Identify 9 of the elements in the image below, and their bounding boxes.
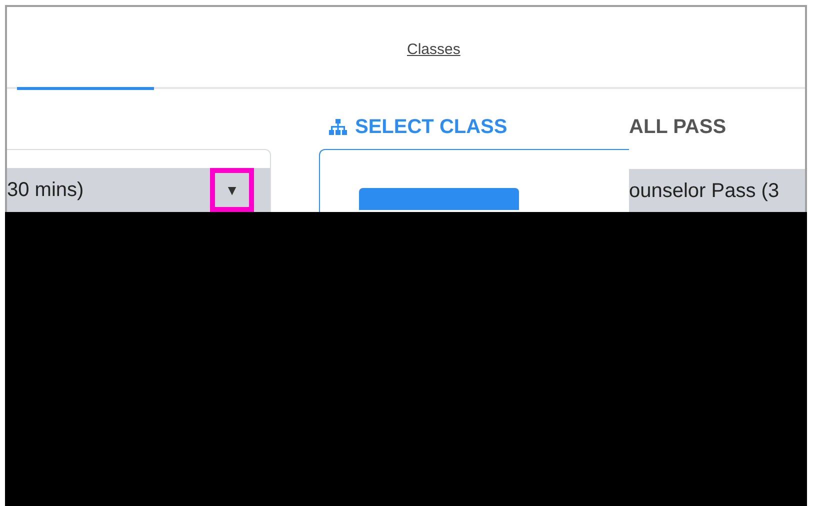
sitemap-icon: [329, 119, 347, 135]
section-title: ALL PASS: [629, 115, 726, 140]
dropdown-value: ounselor Pass (3: [629, 179, 780, 204]
tab[interactable]: Classes: [407, 38, 460, 61]
dropdown-value: 30 mins): [7, 178, 84, 203]
class-button[interactable]: [359, 188, 519, 210]
section-title: SELECT CLASS: [355, 115, 508, 140]
duration-dropdown[interactable]: 30 mins) ▼: [7, 168, 270, 212]
pass-dropdown[interactable]: ounselor Pass (3: [629, 169, 805, 213]
